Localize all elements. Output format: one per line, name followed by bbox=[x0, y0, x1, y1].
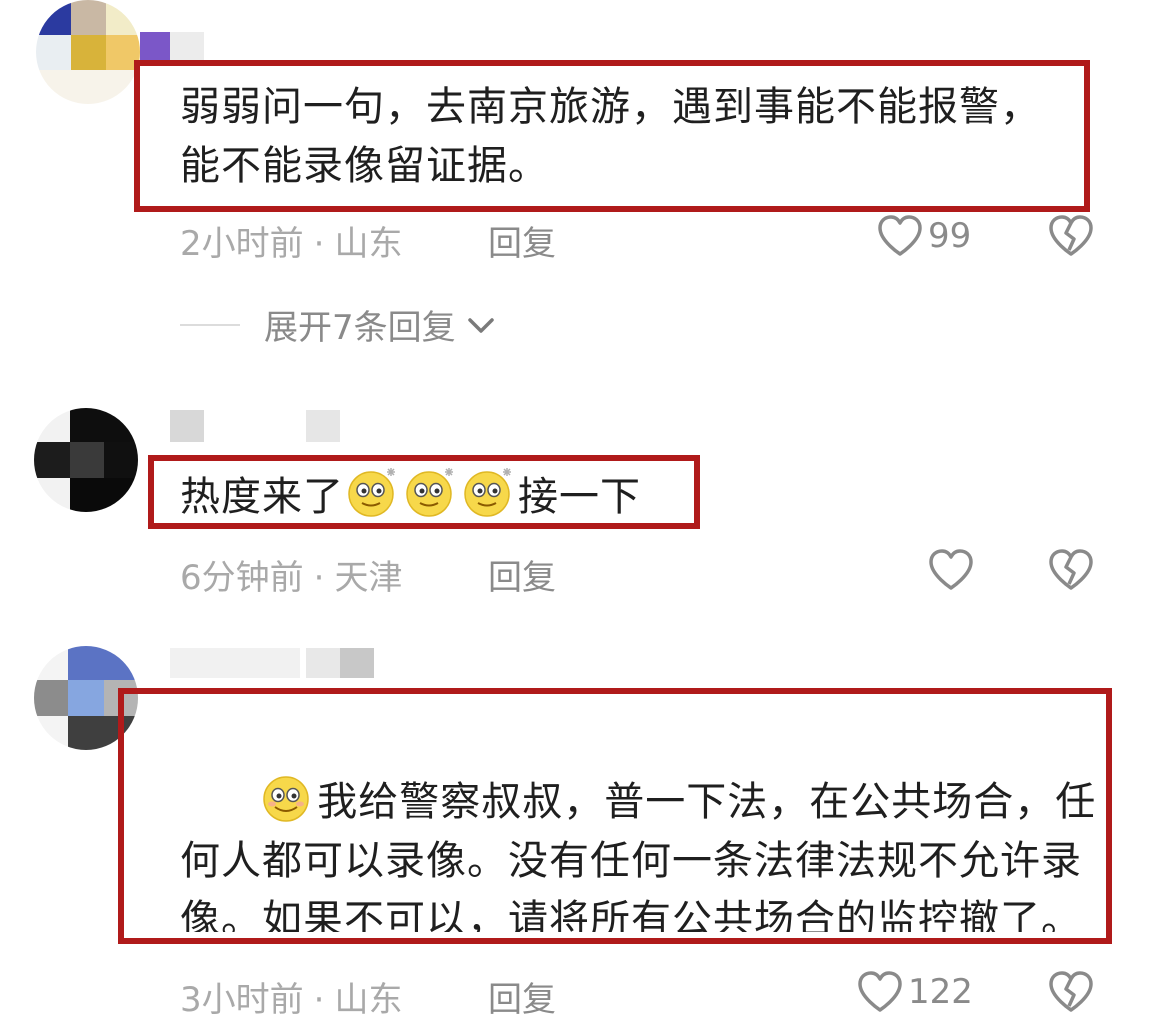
username-blurred[interactable] bbox=[170, 648, 300, 678]
broken-heart-icon bbox=[1047, 970, 1095, 1014]
comment-meta: 3小时前 · 山东 bbox=[180, 972, 402, 1021]
reply-button[interactable]: 回复 bbox=[488, 972, 556, 1021]
comment-location: 山东 bbox=[334, 980, 403, 1020]
comment-text-wrap: 我给警察叔叔，普一下法，在公共场合，任何人都可以录像。没有任何一条法律法规不允许… bbox=[180, 712, 1100, 932]
comment-text-clip: 我给警察叔叔，普一下法，在公共场合，任何人都可以录像。没有任何一条法律法规不允许… bbox=[124, 694, 1106, 932]
like-button[interactable]: 122 bbox=[856, 970, 973, 1014]
heart-outline-icon bbox=[856, 970, 904, 1014]
meta-separator: · bbox=[313, 980, 325, 1020]
comment-3: 我给警察叔叔，普一下法，在公共场合，任何人都可以录像。没有任何一条法律法规不允许… bbox=[0, 0, 1152, 1029]
comment-text: 我给警察叔叔，普一下法，在公共场合，任何人都可以录像。没有任何一条法律法规不允许… bbox=[180, 779, 1097, 932]
smiley-emoji-icon bbox=[262, 771, 314, 823]
like-count: 122 bbox=[908, 972, 973, 1012]
comment-time: 3小时前 bbox=[180, 980, 304, 1020]
dislike-button[interactable] bbox=[1047, 970, 1095, 1018]
